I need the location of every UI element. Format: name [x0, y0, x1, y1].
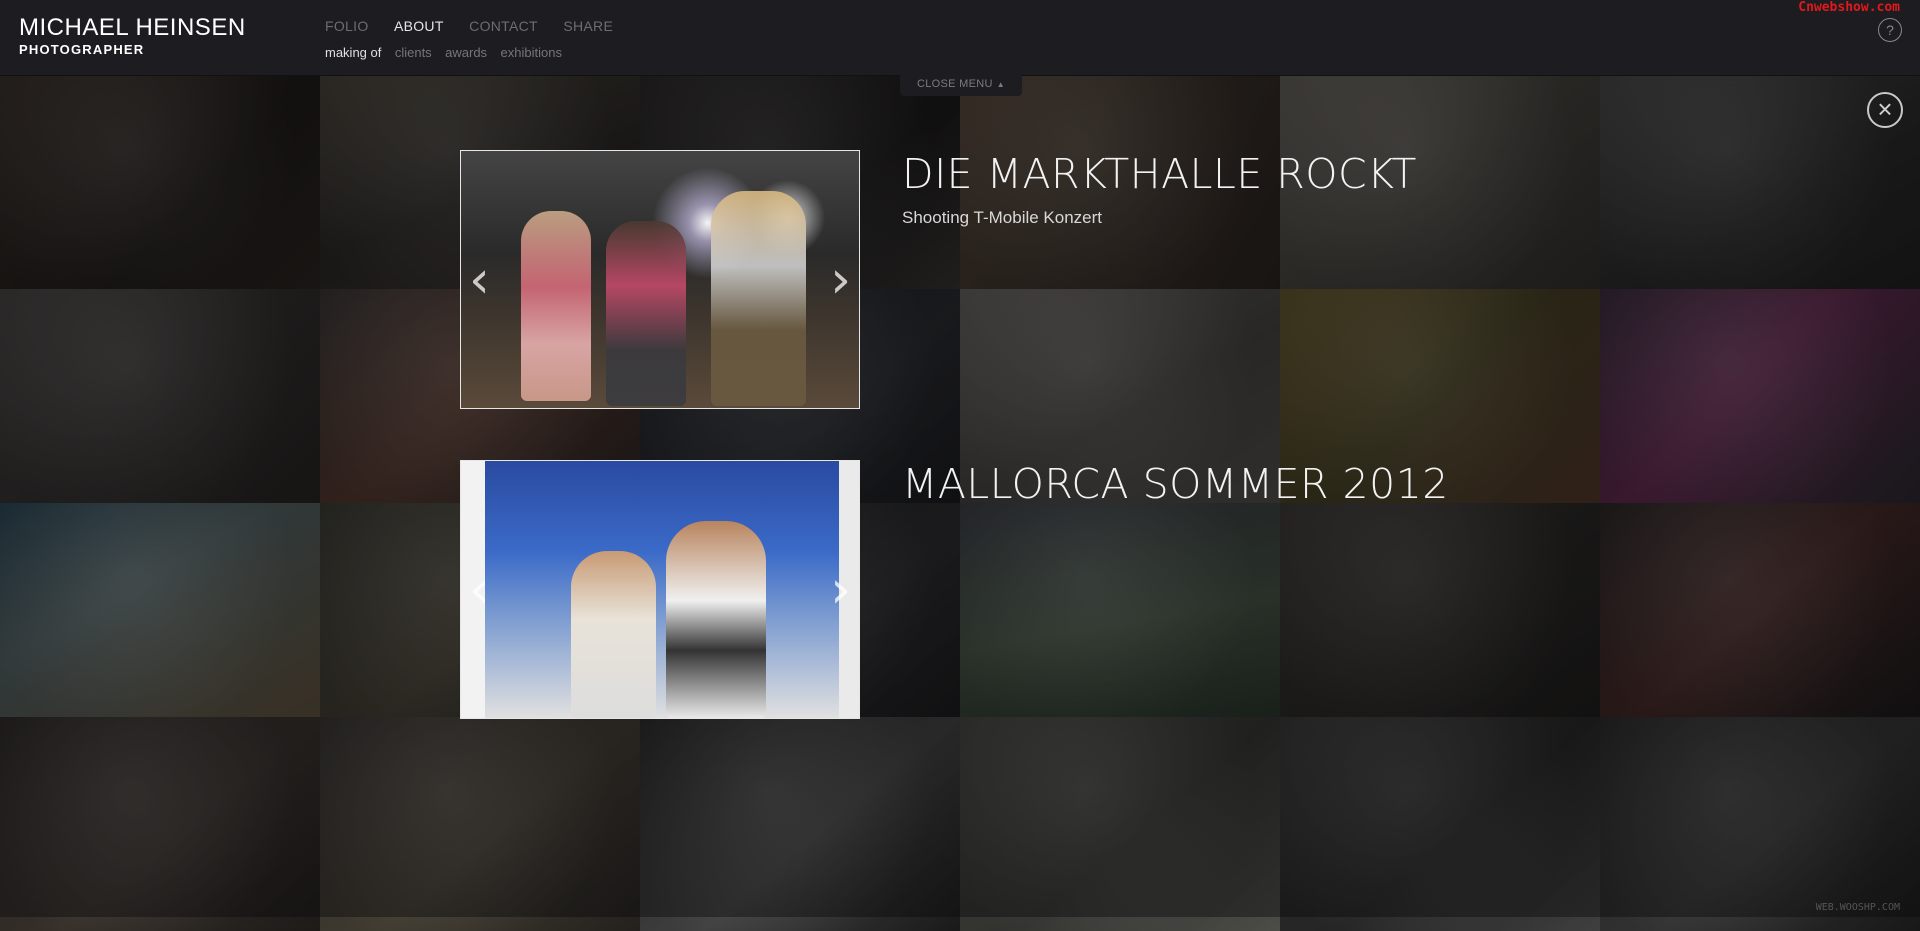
chevron-right-icon[interactable]: › [830, 254, 851, 306]
photo-figure [606, 221, 686, 406]
help-icon[interactable]: ? [1878, 18, 1902, 42]
chevron-left-icon[interactable]: ‹ [469, 564, 490, 616]
photo-figure [521, 211, 591, 401]
photo-figure [711, 191, 806, 406]
nav-sub: making of clients awards exhibitions [325, 44, 634, 62]
nav-item-folio[interactable]: FOLIO [325, 18, 369, 34]
chevron-right-icon[interactable]: › [830, 564, 851, 616]
entry-title[interactable]: DIE MARKTHALLE ROCKT [902, 150, 1417, 198]
footer-watermark: WEB.WOOSHP.COM [1815, 902, 1900, 913]
brand-role: PHOTOGRAPHER [19, 42, 145, 57]
close-menu-label: CLOSE MENU [917, 78, 993, 90]
brand-logo[interactable]: MICHAEL HEINSEN PHOTOGRAPHER [19, 14, 246, 58]
nav-item-about[interactable]: ABOUT [394, 18, 444, 34]
chevron-left-icon[interactable]: ‹ [469, 254, 490, 306]
close-icon[interactable]: × [1867, 92, 1903, 128]
photo-figure [666, 521, 766, 718]
nav-main: FOLIO ABOUT CONTACT SHARE [325, 18, 634, 36]
subnav-item-awards[interactable]: awards [445, 45, 487, 60]
photo-figure [571, 551, 656, 718]
watermark-text: Cnwebshow.com [1798, 0, 1900, 15]
close-menu-button[interactable]: CLOSE MENU ▲ [900, 75, 1022, 96]
nav-item-share[interactable]: SHARE [563, 18, 613, 34]
entry-subtitle: Shooting T-Mobile Konzert [902, 208, 1103, 227]
subnav-item-exhibitions[interactable]: exhibitions [501, 45, 562, 60]
entry-title[interactable]: MALLORCA SOMMER 2012 [902, 460, 1449, 508]
brand-name: MICHAEL HEINSEN [19, 14, 246, 41]
main-navigation: FOLIO ABOUT CONTACT SHARE making of clie… [325, 18, 634, 62]
nav-item-contact[interactable]: CONTACT [469, 18, 538, 34]
subnav-item-clients[interactable]: clients [395, 45, 432, 60]
caret-up-icon: ▲ [996, 80, 1005, 89]
entry-photo-slider[interactable]: ‹ › [460, 460, 860, 719]
entry-photo-slider[interactable]: ‹ › [460, 150, 860, 409]
subnav-item-making-of[interactable]: making of [325, 45, 381, 60]
header: MICHAEL HEINSEN PHOTOGRAPHER FOLIO ABOUT… [0, 0, 1920, 76]
